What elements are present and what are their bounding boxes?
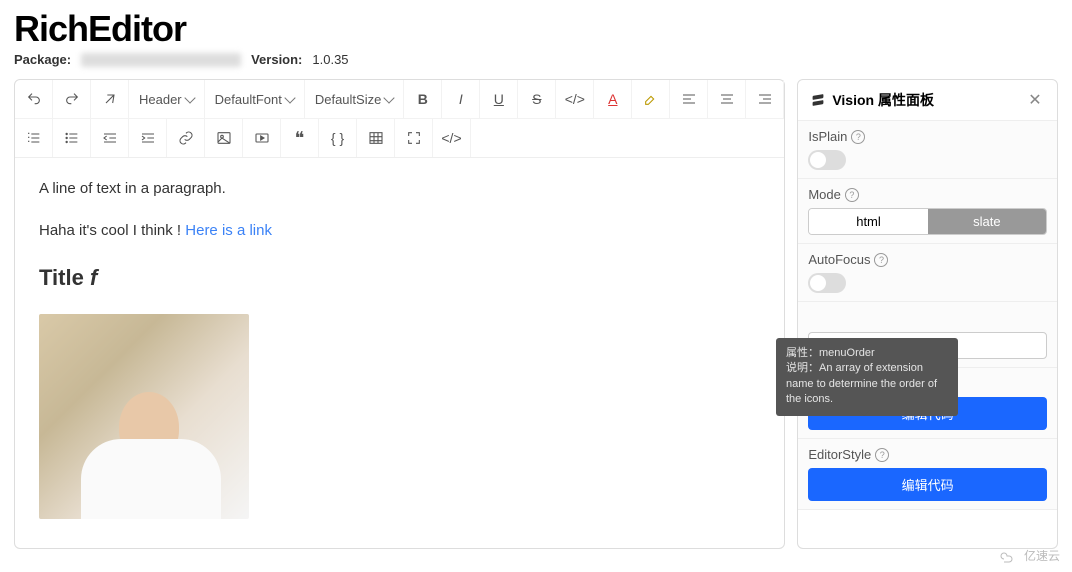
undo-button[interactable]: [15, 80, 53, 118]
paragraph: A line of text in a paragraph.: [39, 176, 760, 202]
bold-button[interactable]: B: [404, 80, 442, 118]
package-label: Package:: [14, 52, 71, 67]
redo-button[interactable]: [53, 80, 91, 118]
strike-button[interactable]: S: [518, 80, 556, 118]
code-button[interactable]: </>: [556, 80, 594, 118]
header-dropdown[interactable]: Header: [129, 80, 205, 118]
indent-button[interactable]: [129, 119, 167, 157]
chevron-down-icon: [284, 92, 295, 103]
editor-card: Header DefaultFont DefaultSize B I U S <…: [14, 79, 785, 549]
close-button[interactable]: ✕: [1025, 90, 1045, 110]
chevron-down-icon: [184, 92, 195, 103]
align-right-button[interactable]: [746, 80, 784, 118]
app-title: RichEditor: [14, 8, 1058, 50]
paragraph: Haha it's cool I think ! Here is a link: [39, 218, 760, 244]
prop-label-mode: Mode: [808, 187, 841, 202]
align-center-button[interactable]: [708, 80, 746, 118]
help-icon[interactable]: ?: [845, 188, 859, 202]
clear-format-button[interactable]: [91, 80, 129, 118]
mode-segmented: html slate: [808, 208, 1047, 235]
prop-label-autofocus: AutoFocus: [808, 252, 870, 267]
size-dropdown[interactable]: DefaultSize: [305, 80, 404, 118]
image-button[interactable]: [205, 119, 243, 157]
mode-option-html[interactable]: html: [809, 209, 927, 234]
unordered-list-button[interactable]: [53, 119, 91, 157]
source-button[interactable]: </>: [433, 119, 471, 157]
fullscreen-button[interactable]: [395, 119, 433, 157]
toolbar: Header DefaultFont DefaultSize B I U S <…: [15, 80, 784, 158]
mode-option-slate[interactable]: slate: [928, 209, 1046, 234]
version-value: 1.0.35: [312, 52, 348, 67]
layers-icon: [810, 93, 826, 107]
version-label: Version:: [251, 52, 302, 67]
image-content[interactable]: [39, 314, 249, 519]
autofocus-toggle[interactable]: [808, 273, 846, 293]
quote-button[interactable]: ❝: [281, 119, 319, 157]
highlight-button[interactable]: [632, 80, 670, 118]
editor-content[interactable]: A line of text in a paragraph. Haha it's…: [15, 158, 784, 537]
font-dropdown[interactable]: DefaultFont: [205, 80, 305, 118]
link-button[interactable]: [167, 119, 205, 157]
tooltip: 属性：menuOrder 说明：An array of extension na…: [776, 338, 958, 416]
align-left-button[interactable]: [670, 80, 708, 118]
outdent-button[interactable]: [91, 119, 129, 157]
prop-label-editorstyle: EditorStyle: [808, 447, 871, 462]
prop-label-isplain: IsPlain: [808, 129, 847, 144]
help-icon[interactable]: ?: [874, 253, 888, 267]
heading: Title f: [39, 259, 760, 296]
underline-button[interactable]: U: [480, 80, 518, 118]
watermark: 亿速云: [1000, 547, 1060, 564]
edit-code-button[interactable]: 编辑代码: [808, 468, 1047, 501]
help-icon[interactable]: ?: [875, 448, 889, 462]
table-button[interactable]: [357, 119, 395, 157]
ordered-list-button[interactable]: [15, 119, 53, 157]
panel-title: Vision 属性面板: [832, 90, 934, 110]
video-button[interactable]: [243, 119, 281, 157]
link[interactable]: Here is a link: [185, 222, 272, 239]
isplain-toggle[interactable]: [808, 150, 846, 170]
package-value-blurred: [81, 53, 241, 67]
help-icon[interactable]: ?: [851, 130, 865, 144]
font-color-button[interactable]: A: [594, 80, 632, 118]
codeblock-button[interactable]: { }: [319, 119, 357, 157]
chevron-down-icon: [384, 92, 395, 103]
italic-button[interactable]: I: [442, 80, 480, 118]
properties-panel: Vision 属性面板 ✕ IsPlain? Mode? html slate …: [797, 79, 1058, 549]
